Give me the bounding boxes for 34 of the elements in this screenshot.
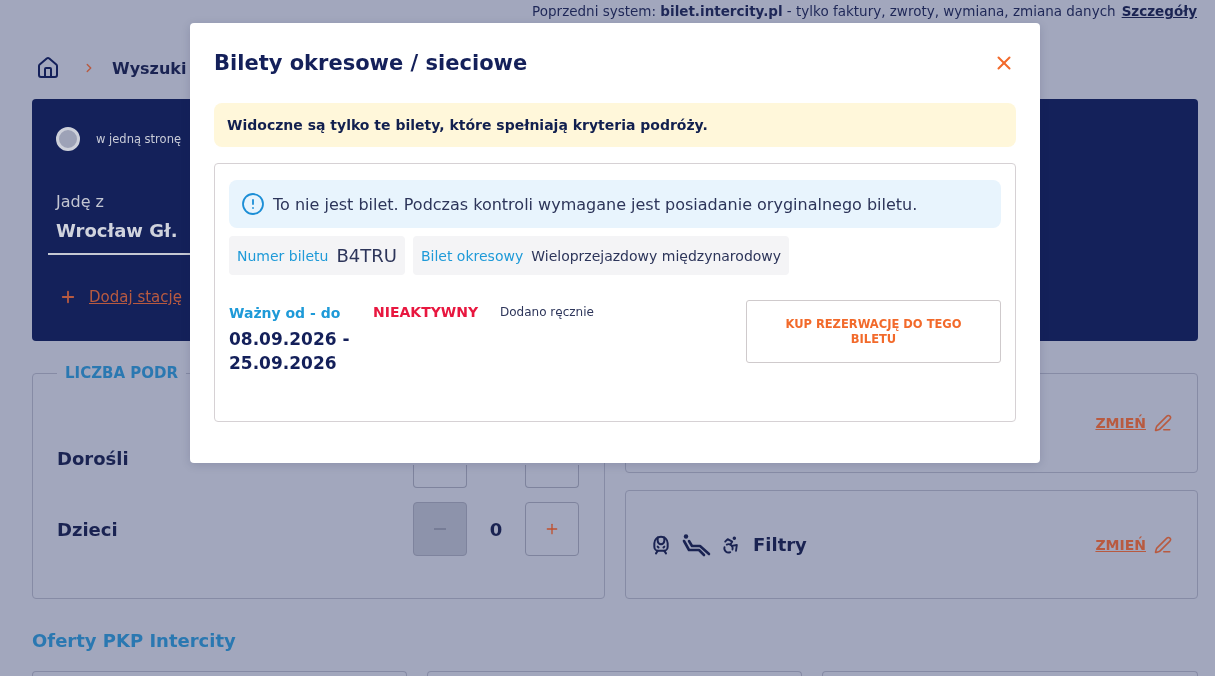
field-value: Wieloprzejazdowy międzynarodowy — [531, 247, 782, 264]
validity-label: Ważny od - do — [229, 305, 342, 321]
radio-label[interactable]: w jedną stronę — [96, 132, 181, 146]
radio-button[interactable] — [56, 127, 80, 151]
filters-title: Filtry — [753, 534, 807, 555]
criteria-notice: Widoczne są tylko te bilety, które spełniają kryteria podróży. — [214, 103, 1016, 147]
field-label: Numer biletu — [237, 247, 329, 264]
passenger-label: Dzieci — [57, 518, 118, 540]
field-label: Bilet okresowy — [420, 247, 524, 264]
passenger-label: Dorośli — [57, 447, 129, 469]
details-link[interactable]: Szczegóły — [1121, 3, 1197, 19]
passenger-count: 0 — [488, 518, 504, 540]
alert-icon — [241, 192, 265, 216]
add-station-link[interactable]: Dodaj stację — [89, 288, 182, 306]
pencil-icon[interactable] — [1154, 535, 1172, 554]
home-icon[interactable] — [36, 56, 60, 80]
plus-button[interactable] — [525, 465, 579, 488]
minus-button[interactable] — [413, 465, 467, 488]
seat-icon — [681, 532, 711, 557]
wheelchair-icon — [721, 534, 741, 555]
breadcrumb-current[interactable]: Wyszuki — [112, 58, 187, 78]
offers-title: Oferty PKP Intercity — [32, 630, 237, 652]
plus-button[interactable] — [525, 502, 579, 556]
dialog-title: Bilety okresowe / sieciowe — [214, 51, 528, 75]
field-value: B4TRU — [336, 245, 397, 266]
legacy-system-notice: Poprzedni system: bilet.intercity.pl - tylko faktury, zwroty, wymiana, zmiana danych — [532, 3, 1116, 19]
ticket-source: Dodano ręcznie — [500, 304, 595, 319]
plus-icon — [544, 521, 560, 537]
plus-icon[interactable] — [59, 288, 77, 306]
train-icon — [651, 534, 671, 555]
pencil-icon[interactable] — [1154, 414, 1172, 432]
warning-text: To nie jest bilet. Podczas kontroli wymagane jest posiadanie oryginalnego biletu. — [273, 194, 918, 214]
ticket-status: NIEAKTYWNY — [373, 303, 480, 320]
validity-dates: 08.09.2026 - 25.09.2026 — [229, 328, 351, 375]
